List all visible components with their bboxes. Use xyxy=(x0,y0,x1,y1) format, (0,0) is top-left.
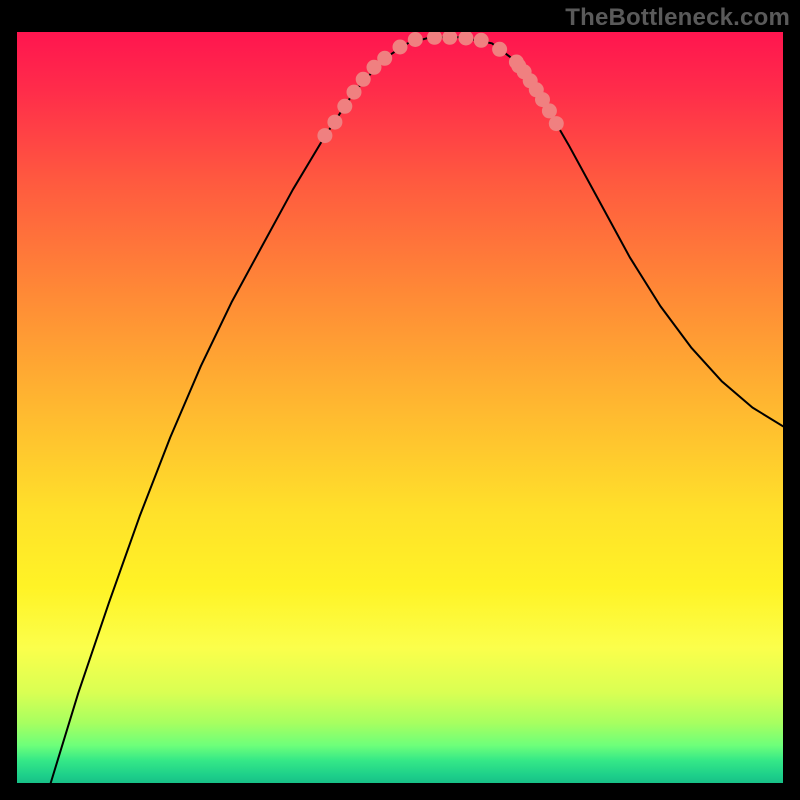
data-dot xyxy=(492,42,507,57)
data-dot xyxy=(377,51,392,66)
data-dot xyxy=(474,33,489,48)
data-dot xyxy=(458,32,473,46)
data-dot xyxy=(542,103,557,118)
data-dot xyxy=(442,32,457,45)
bottleneck-curve xyxy=(51,37,783,783)
data-dot xyxy=(356,72,371,87)
plot-area xyxy=(17,32,783,783)
data-dot xyxy=(427,32,442,45)
data-dot xyxy=(337,99,352,114)
curve-layer xyxy=(51,37,783,783)
data-dot xyxy=(327,115,342,130)
chart-frame: TheBottleneck.com xyxy=(0,0,800,800)
data-dot xyxy=(408,32,423,47)
data-dot xyxy=(317,128,332,143)
data-dot xyxy=(347,85,362,100)
dots-layer xyxy=(317,32,563,143)
chart-svg xyxy=(17,32,783,783)
data-dot xyxy=(549,116,564,131)
data-dot xyxy=(393,40,408,55)
watermark-text: TheBottleneck.com xyxy=(565,4,790,32)
